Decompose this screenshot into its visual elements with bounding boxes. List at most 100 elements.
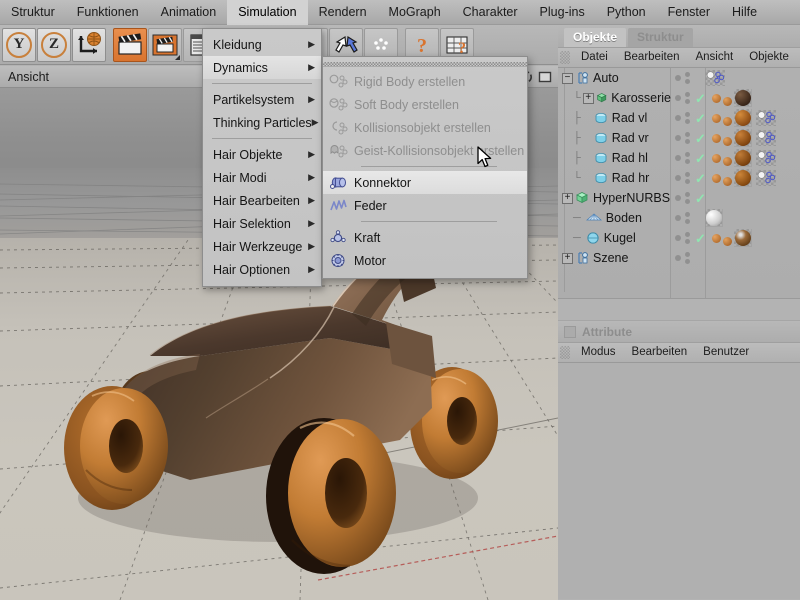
material-swatch-small[interactable] xyxy=(712,154,721,163)
enabled-check-icon[interactable]: ✓ xyxy=(695,152,706,165)
enabled-check-icon[interactable]: ✓ xyxy=(695,112,706,125)
material-tag[interactable] xyxy=(734,109,752,127)
menu-struktur[interactable]: Struktur xyxy=(0,0,66,25)
table-row[interactable]: + HyperNURBS ✓ xyxy=(558,188,800,208)
material-swatch-small[interactable] xyxy=(723,237,732,246)
menu-hilfe[interactable]: Hilfe xyxy=(721,0,768,25)
table-row[interactable]: ├ Rad hl ✓ xyxy=(558,148,800,168)
material-tag[interactable] xyxy=(734,169,752,187)
xpresso-tag[interactable] xyxy=(756,130,776,146)
menu-simulation[interactable]: Simulation xyxy=(227,0,307,25)
axis-z-button[interactable]: Z xyxy=(37,28,71,62)
table-row[interactable]: ├ Rad vr ✓ xyxy=(558,128,800,148)
visibility-dots[interactable] xyxy=(675,132,690,144)
material-swatch-small[interactable] xyxy=(723,157,732,166)
menu-rendern[interactable]: Rendern xyxy=(308,0,378,25)
tab-struktur[interactable]: Struktur xyxy=(628,28,693,47)
om-menu-bearbeiten[interactable]: Bearbeiten xyxy=(616,47,688,68)
render-view-button[interactable] xyxy=(113,28,147,62)
menu-item-hair-optionen[interactable]: Hair Optionen ▶ xyxy=(203,258,321,281)
menu-fenster[interactable]: Fenster xyxy=(657,0,721,25)
tab-objekte[interactable]: Objekte xyxy=(564,28,626,47)
panel-grip-icon[interactable] xyxy=(560,346,570,359)
menu-item-soft-body[interactable]: Soft Body erstellen xyxy=(323,93,527,116)
visibility-dots[interactable] xyxy=(675,212,690,224)
material-tag[interactable] xyxy=(734,129,752,147)
menu-plugins[interactable]: Plug-ins xyxy=(529,0,596,25)
material-swatch-small[interactable] xyxy=(712,234,721,243)
maximize-view-icon[interactable] xyxy=(538,70,552,84)
table-row[interactable]: └ Rad hr ✓ xyxy=(558,168,800,188)
table-row[interactable]: + Szene xyxy=(558,248,800,268)
expander-plus-icon[interactable]: + xyxy=(562,253,573,264)
attr-menu-modus[interactable]: Modus xyxy=(573,342,624,363)
axis-y-button[interactable]: Y xyxy=(2,28,36,62)
enabled-check-icon[interactable]: ✓ xyxy=(695,92,706,105)
material-swatch-small[interactable] xyxy=(712,94,721,103)
menu-item-hair-bearbeiten[interactable]: Hair Bearbeiten ▶ xyxy=(203,189,321,212)
visibility-dots[interactable] xyxy=(675,232,690,244)
table-row[interactable]: − Auto xyxy=(558,68,800,88)
menu-item-hair-werkzeuge[interactable]: Hair Werkzeuge ▶ xyxy=(203,235,321,258)
table-row[interactable]: ─ Boden xyxy=(558,208,800,228)
menu-item-kraft[interactable]: Kraft xyxy=(323,226,527,249)
material-swatch-small[interactable] xyxy=(712,114,721,123)
visibility-dots[interactable] xyxy=(675,72,690,84)
material-tag[interactable] xyxy=(734,149,752,167)
menu-item-kleidung[interactable]: Kleidung ▶ xyxy=(203,33,321,56)
material-swatch-small[interactable] xyxy=(723,137,732,146)
menu-item-hair-modi[interactable]: Hair Modi ▶ xyxy=(203,166,321,189)
xpresso-tag[interactable] xyxy=(756,110,776,126)
material-swatch-small[interactable] xyxy=(723,117,732,126)
enabled-check-icon[interactable]: ✓ xyxy=(695,232,706,245)
world-coordinate-button[interactable] xyxy=(72,28,106,62)
om-menu-datei[interactable]: Datei xyxy=(573,47,616,68)
om-menu-objekte[interactable]: Objekte xyxy=(741,47,797,68)
material-tag[interactable] xyxy=(705,209,723,227)
visibility-dots[interactable] xyxy=(675,172,690,184)
visibility-dots[interactable] xyxy=(675,152,690,164)
xpresso-tag[interactable] xyxy=(756,170,776,186)
visibility-dots[interactable] xyxy=(675,252,690,264)
material-swatch-small[interactable] xyxy=(712,134,721,143)
visibility-dots[interactable] xyxy=(675,112,690,124)
texture-tag[interactable] xyxy=(734,229,752,247)
attr-menu-bearbeiten[interactable]: Bearbeiten xyxy=(624,342,696,363)
menu-item-thinking-particles[interactable]: Thinking Particles ▶ xyxy=(203,111,321,134)
menu-item-hair-selektion[interactable]: Hair Selektion ▶ xyxy=(203,212,321,235)
menu-animation[interactable]: Animation xyxy=(150,0,228,25)
enabled-check-icon[interactable]: ✓ xyxy=(695,172,706,185)
menu-item-feder[interactable]: Feder xyxy=(323,194,527,217)
om-menu-ansicht[interactable]: Ansicht xyxy=(687,47,741,68)
material-swatch-small[interactable] xyxy=(723,177,732,186)
menu-item-partikelsystem[interactable]: Partikelsystem ▶ xyxy=(203,88,321,111)
expander-plus-icon[interactable]: + xyxy=(562,193,573,204)
enabled-check-icon[interactable]: ✓ xyxy=(695,132,706,145)
menu-funktionen[interactable]: Funktionen xyxy=(66,0,150,25)
object-tree[interactable]: − Auto xyxy=(558,68,800,299)
xpresso-tag[interactable] xyxy=(705,70,725,86)
menu-charakter[interactable]: Charakter xyxy=(452,0,529,25)
enabled-check-icon[interactable]: ✓ xyxy=(695,192,706,205)
visibility-dots[interactable] xyxy=(675,92,690,104)
render-region-button[interactable] xyxy=(148,28,182,62)
menu-item-geist-kollisionsobjekt[interactable]: Geist-Kollisionsobjekt erstellen xyxy=(323,139,527,162)
material-tag[interactable] xyxy=(734,89,752,107)
table-row[interactable]: ├ Rad vl ✓ xyxy=(558,108,800,128)
material-swatch-small[interactable] xyxy=(712,174,721,183)
menu-item-motor[interactable]: Motor xyxy=(323,249,527,272)
expander-plus-icon[interactable]: + xyxy=(583,93,594,104)
menu-item-hair-objekte[interactable]: Hair Objekte ▶ xyxy=(203,143,321,166)
table-row[interactable]: ─ Kugel ✓ xyxy=(558,228,800,248)
menu-python[interactable]: Python xyxy=(596,0,657,25)
menu-item-konnektor[interactable]: Konnektor xyxy=(323,171,527,194)
panel-grip-icon[interactable] xyxy=(560,51,570,64)
menu-mograph[interactable]: MoGraph xyxy=(378,0,452,25)
table-row[interactable]: └ + Karosserie ✓ xyxy=(558,88,800,108)
attr-menu-benutzer[interactable]: Benutzer xyxy=(695,342,757,363)
material-swatch-small[interactable] xyxy=(723,97,732,106)
xpresso-tag[interactable] xyxy=(756,150,776,166)
menu-item-dynamics[interactable]: Dynamics ▶ xyxy=(203,56,321,79)
visibility-dots[interactable] xyxy=(675,192,690,204)
expander-minus-icon[interactable]: − xyxy=(562,73,573,84)
